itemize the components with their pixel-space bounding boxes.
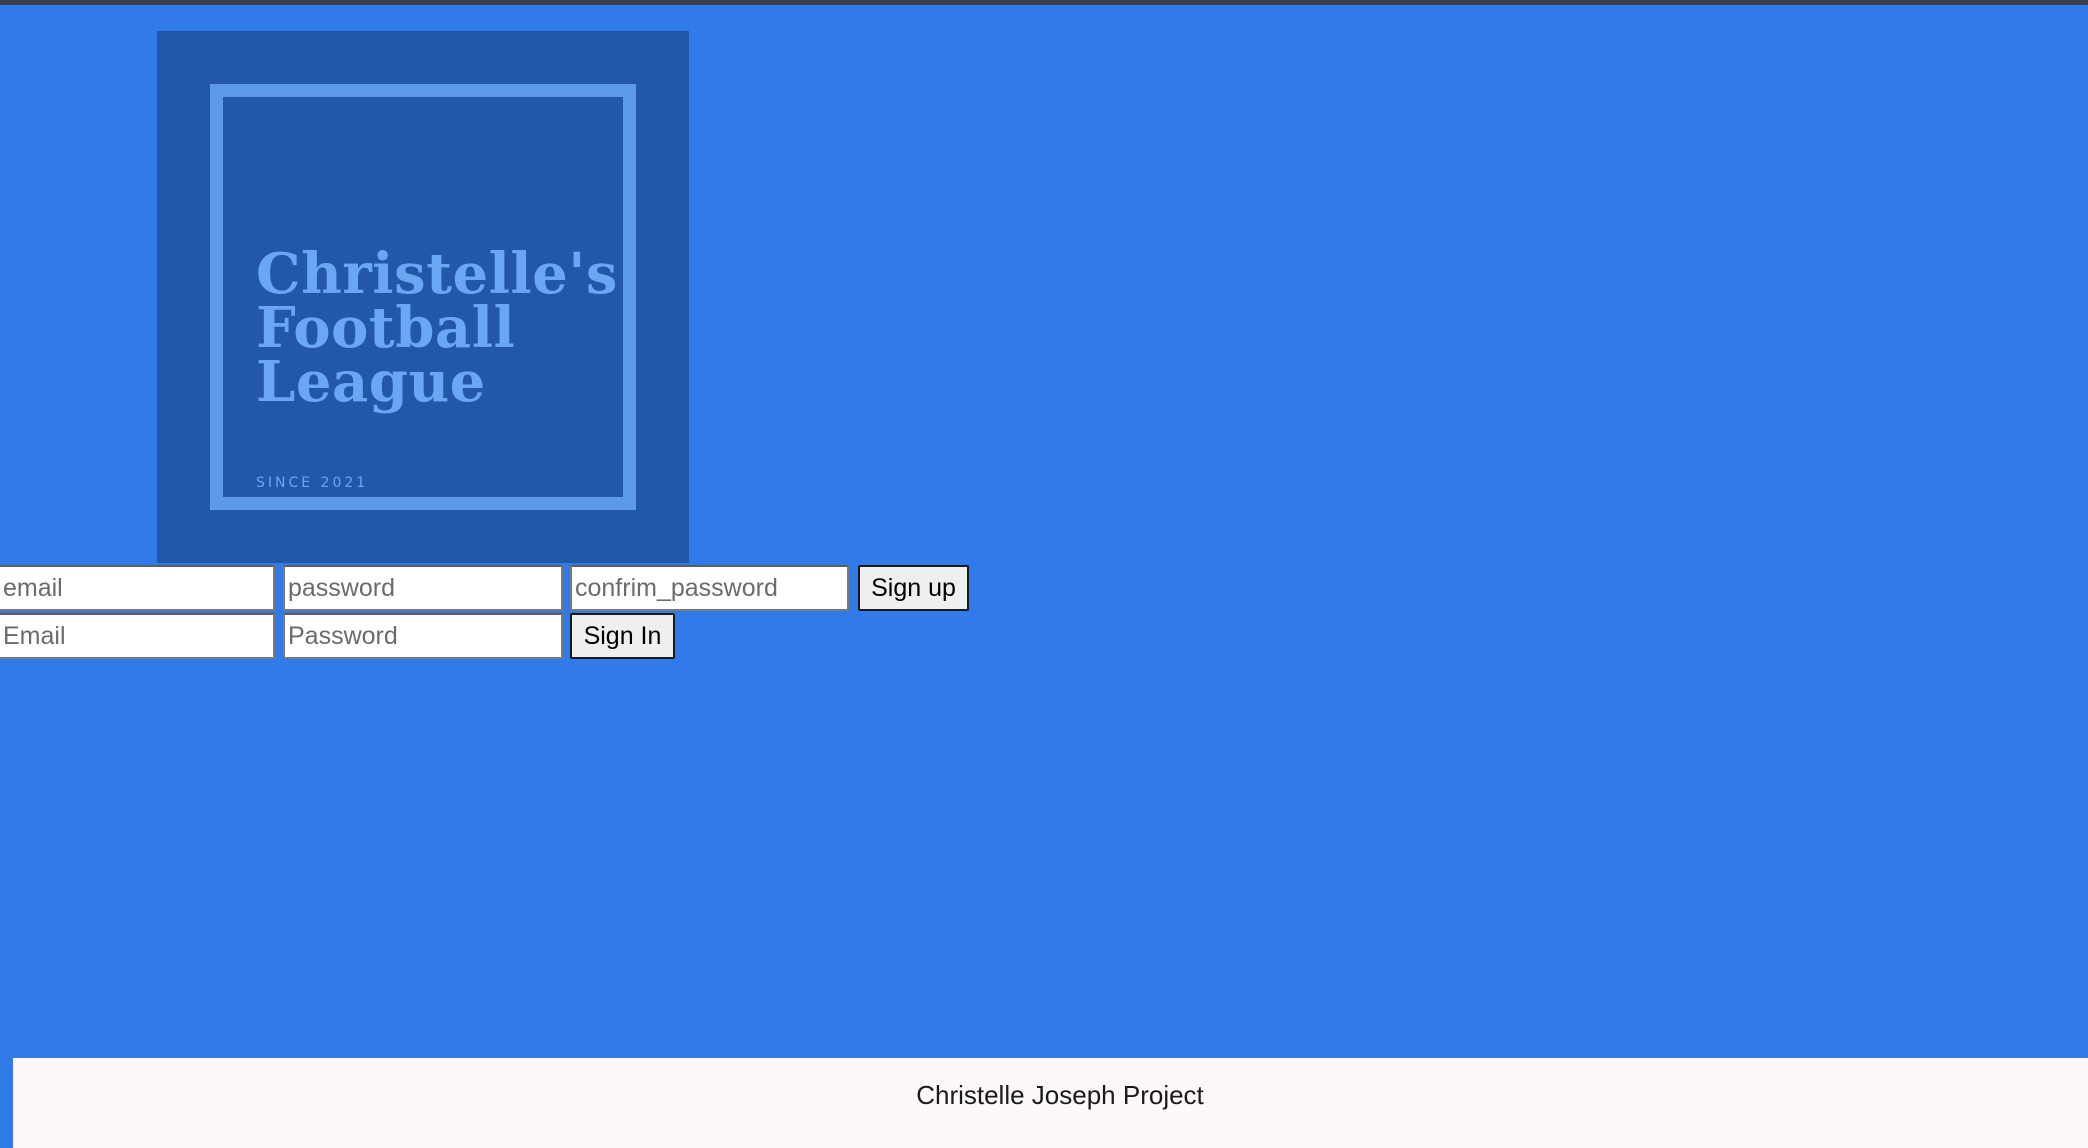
sign-up-button[interactable]: Sign up xyxy=(858,565,969,611)
footer-text: Christelle Joseph Project xyxy=(916,1080,1204,1110)
signup-confirm-password-input[interactable] xyxy=(570,565,849,611)
logo-since-text: SINCE 2021 xyxy=(256,475,369,491)
sign-in-button[interactable]: Sign In xyxy=(570,613,675,659)
signin-email-input[interactable] xyxy=(0,613,275,659)
page-footer: Christelle Joseph Project xyxy=(13,1058,2088,1148)
logo-title: Christelle's Football League xyxy=(256,241,618,415)
browser-top-strip xyxy=(0,0,2088,5)
league-logo: Christelle's Football League SINCE 2021 xyxy=(157,31,689,563)
signup-email-input[interactable] xyxy=(0,565,275,611)
signin-password-input[interactable] xyxy=(283,613,563,659)
signup-password-input[interactable] xyxy=(283,565,563,611)
